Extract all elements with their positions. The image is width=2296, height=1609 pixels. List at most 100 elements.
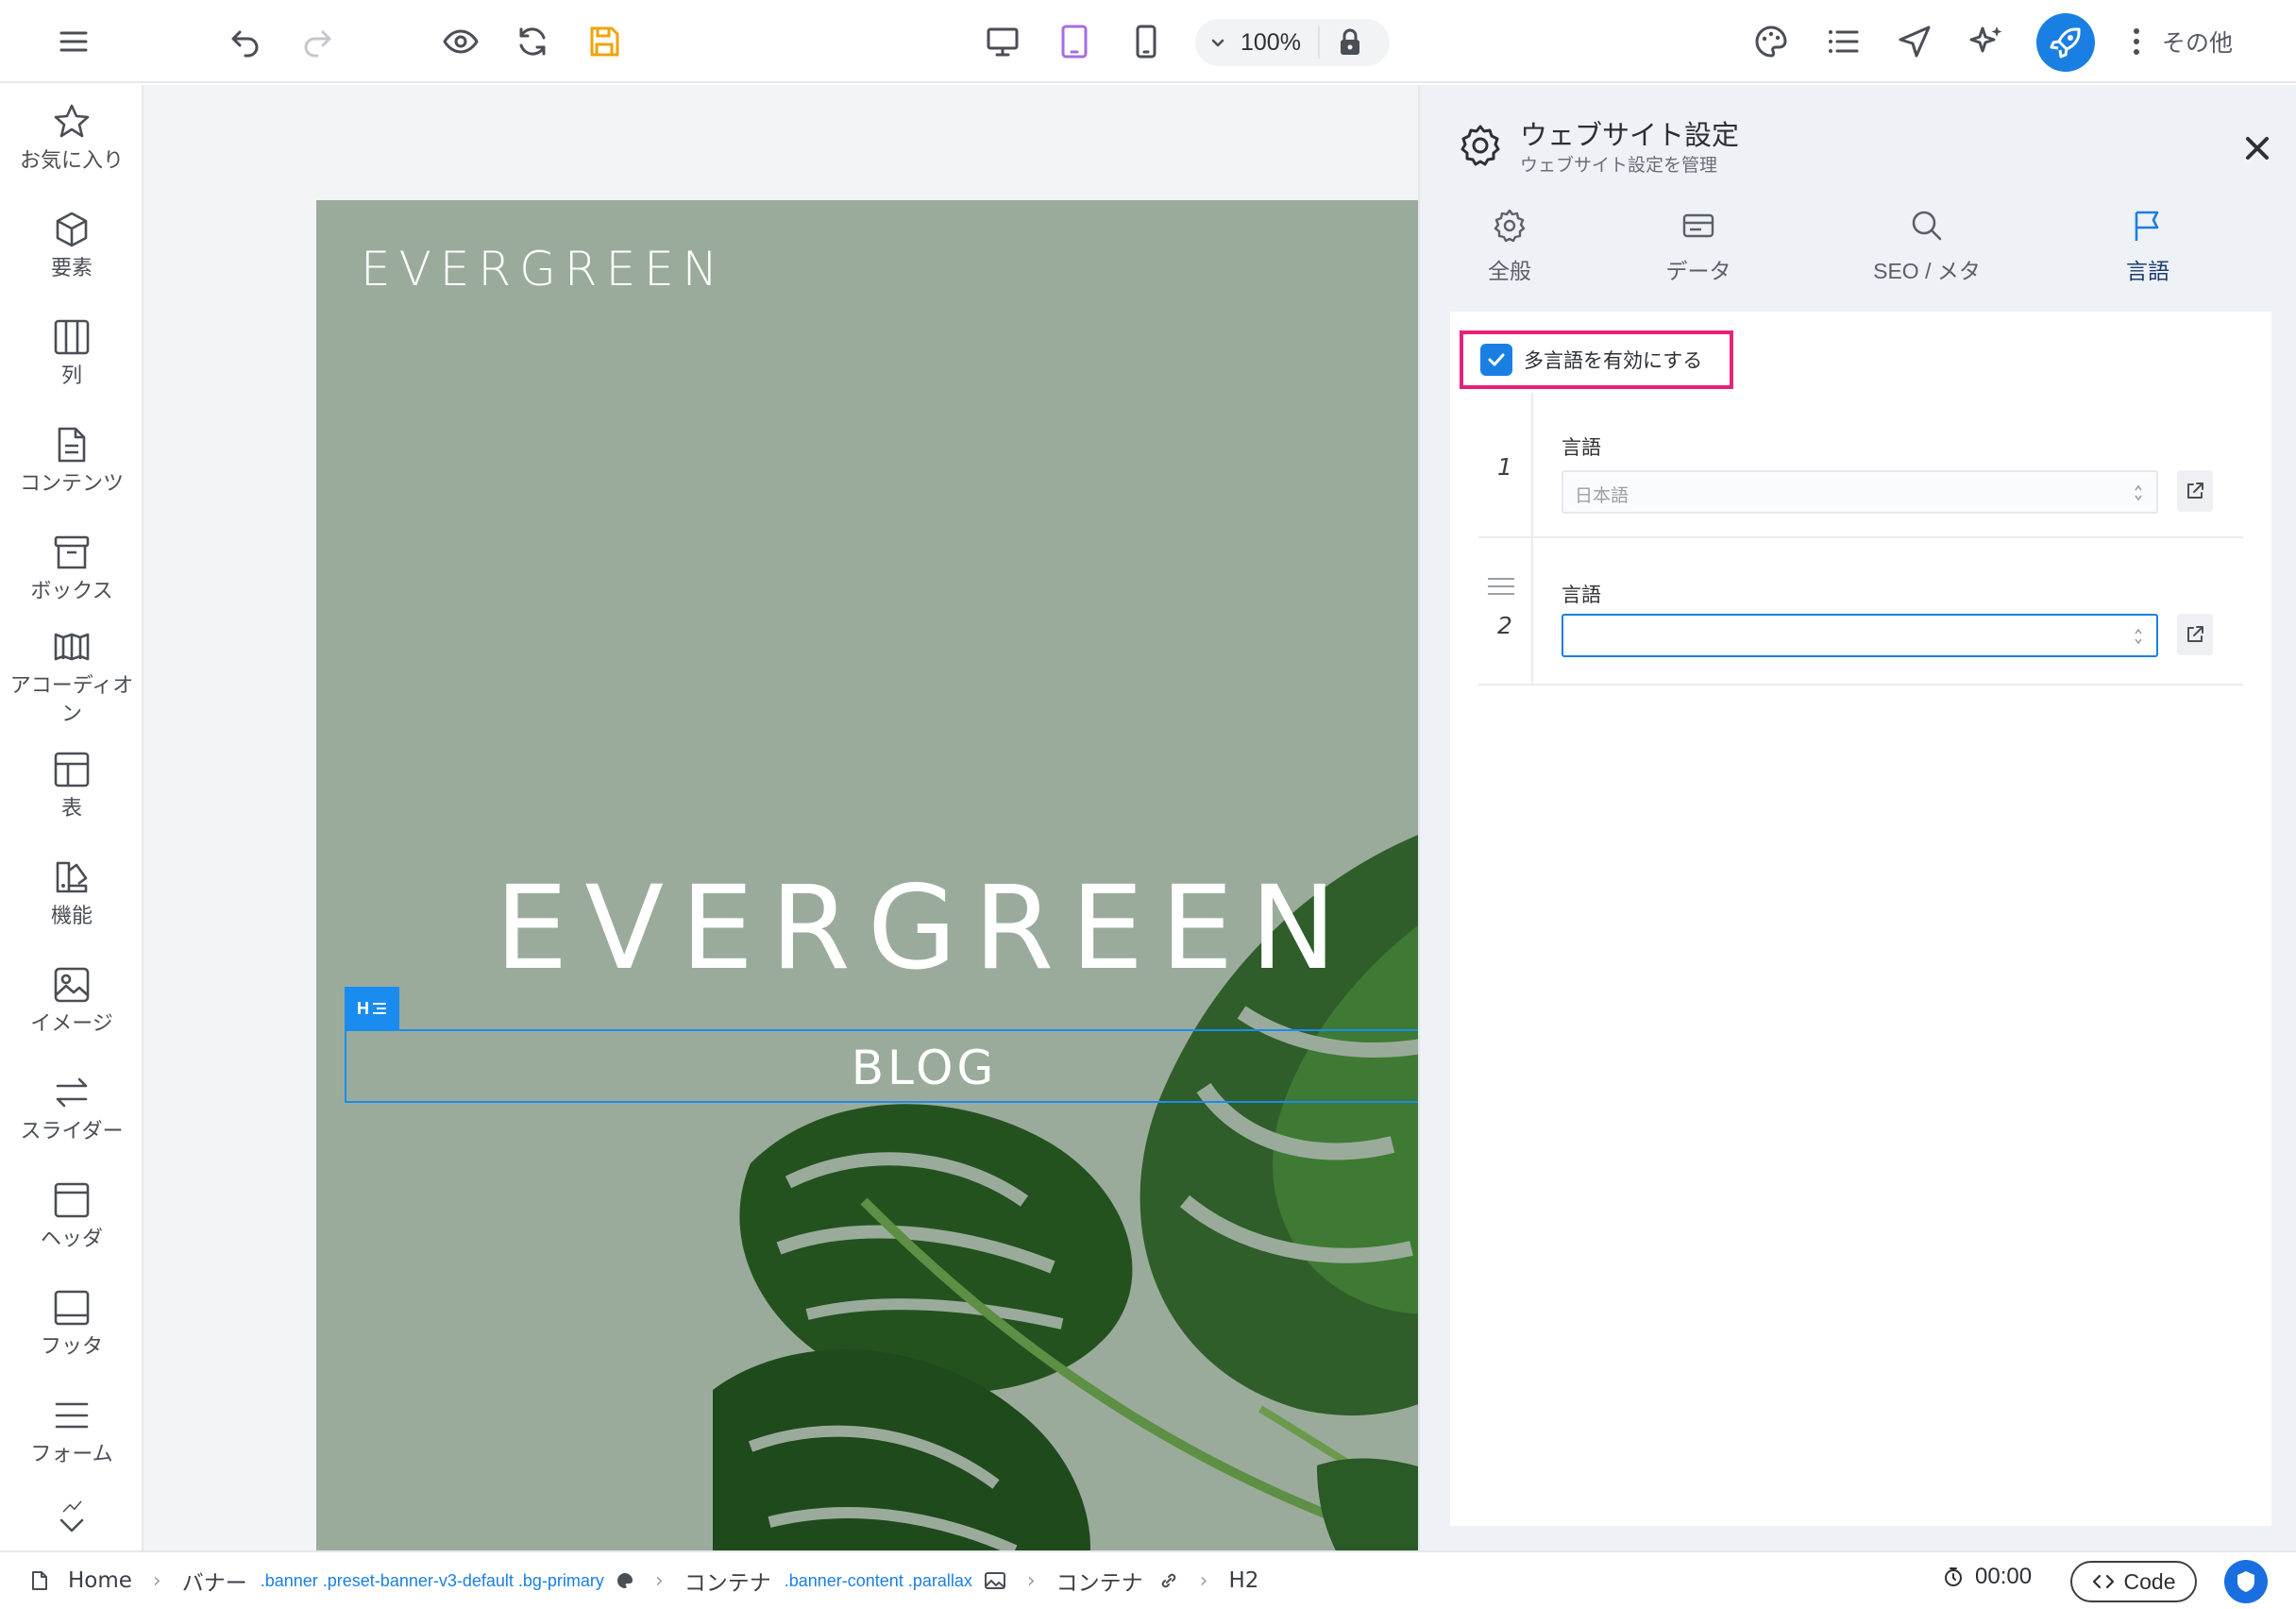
hero-title[interactable]: EVERGREEN	[316, 861, 1532, 995]
undo-icon[interactable]	[221, 17, 270, 66]
tab-label: SEO / メタ	[1873, 259, 1981, 283]
refresh-icon[interactable]	[508, 17, 557, 66]
palette-icon[interactable]	[1747, 17, 1796, 66]
sidebar-item-accordion[interactable]: アコーディオン	[0, 627, 144, 729]
chevron-down-icon[interactable]	[1195, 34, 1241, 51]
sidebar-item-box[interactable]: ボックス	[0, 533, 144, 606]
multilanguage-label: 多言語を有効にする	[1524, 349, 1703, 372]
website-settings-panel: ウェブサイト設定 ウェブサイト設定を管理 全般 データ SEO / メタ 言語 …	[1418, 85, 2296, 1550]
element-sidebar: お気に入り 要素 列 コンテンツ ボックス アコーディオン 表 機能 イメージ …	[0, 85, 144, 1550]
selected-heading-h2[interactable]: BLOG	[345, 1029, 1504, 1103]
close-icon[interactable]	[2241, 132, 2273, 164]
language-select[interactable]: 日本語	[1562, 470, 2158, 514]
editor-canvas: EVERGREEN EVERGREEN H BLOG	[144, 85, 1532, 1609]
sidebar-item-label: コンテンツ	[19, 472, 124, 496]
footer-icon	[54, 1290, 90, 1326]
mobile-view-icon[interactable]	[1122, 17, 1171, 66]
hamburger-menu-icon[interactable]	[49, 17, 98, 66]
language-select-value: 日本語	[1575, 485, 1629, 506]
timer: 00:00	[1943, 1564, 2032, 1590]
site-logo[interactable]: EVERGREEN	[361, 242, 726, 296]
open-language-button[interactable]	[2177, 470, 2213, 512]
sidebar-item-table[interactable]: 表	[0, 750, 144, 823]
sidebar-item-features[interactable]: 機能	[0, 857, 144, 931]
publish-rocket-button[interactable]	[2036, 13, 2095, 72]
sidebar-scroll-more[interactable]	[0, 1492, 144, 1537]
vertical-dots-icon	[2134, 28, 2139, 55]
breadcrumb-container[interactable]: コンテナ .banner-content .parallax	[684, 1565, 1006, 1597]
language-index: 2	[1497, 612, 1512, 639]
sidebar-item-form[interactable]: フォーム	[0, 1396, 144, 1469]
sidebar-item-header[interactable]: ヘッダ	[0, 1180, 144, 1254]
shield-icon	[2237, 1571, 2254, 1592]
multilanguage-toggle-row[interactable]: 多言語を有効にする	[1460, 330, 1733, 389]
multilanguage-checkbox[interactable]	[1480, 344, 1512, 376]
sidebar-item-content[interactable]: コンテンツ	[0, 425, 144, 499]
code-button[interactable]: Code	[2070, 1561, 2197, 1602]
sidebar-item-elements[interactable]: 要素	[0, 210, 144, 283]
open-language-button[interactable]	[2177, 614, 2213, 655]
breadcrumb-h2[interactable]: H2	[1228, 1568, 1258, 1593]
sidebar-item-footer[interactable]: フッタ	[0, 1288, 144, 1362]
list-icon[interactable]	[1818, 17, 1867, 66]
checkmark-icon	[1488, 353, 1505, 366]
breadcrumb-bar: Home › バナー .banner .preset-banner-v3-def…	[0, 1550, 2296, 1609]
blog-heading-text[interactable]: BLOG	[346, 1041, 1502, 1095]
stopwatch-icon	[1945, 1567, 1962, 1586]
panel-subtitle: ウェブサイト設定を管理	[1520, 155, 1718, 176]
sidebar-item-label: 要素	[50, 257, 93, 280]
page-preview-banner[interactable]: EVERGREEN EVERGREEN H BLOG	[316, 200, 1532, 1609]
save-icon[interactable]	[580, 17, 629, 66]
form-icon	[55, 1402, 89, 1429]
tab-label: データ	[1665, 259, 1731, 283]
desktop-view-icon[interactable]	[978, 17, 1027, 66]
document-icon	[32, 1571, 47, 1590]
select-arrows-icon	[2135, 484, 2142, 501]
language-label: 言語	[1562, 584, 1601, 606]
breadcrumb-banner[interactable]: バナー .banner .preset-banner-v3-default .b…	[182, 1565, 634, 1597]
arrows-swap-icon	[56, 1077, 88, 1108]
palette-icon	[616, 1573, 633, 1588]
more-menu-button[interactable]: その他	[2132, 17, 2233, 66]
language-row: 2 言語	[1478, 538, 2243, 686]
table-icon	[54, 752, 90, 788]
language-select[interactable]	[1562, 614, 2158, 657]
tab-data[interactable]: データ	[1609, 208, 1788, 285]
columns-icon	[54, 319, 90, 355]
tablet-view-icon[interactable]	[1050, 17, 1099, 66]
language-row: 1 言語 日本語	[1478, 393, 2243, 538]
sidebar-item-label: アコーディオン	[9, 674, 134, 726]
breadcrumb-home[interactable]: Home	[30, 1568, 132, 1593]
zoom-control[interactable]: 100%	[1195, 19, 1390, 66]
drag-handle-icon[interactable]	[1488, 578, 1514, 601]
sidebar-item-columns[interactable]: 列	[0, 317, 144, 391]
link-icon	[1161, 1573, 1175, 1588]
heading-tag-badge[interactable]: H	[345, 987, 399, 1030]
ai-sparkles-icon[interactable]	[1962, 17, 2011, 66]
sidebar-item-label: スライダー	[20, 1120, 124, 1143]
chevron-down-icon	[59, 1518, 84, 1533]
sidebar-item-image[interactable]: イメージ	[0, 965, 144, 1039]
redo-icon[interactable]	[293, 17, 342, 66]
breadcrumb-container-link[interactable]: コンテナ	[1056, 1565, 1179, 1597]
security-shield-button[interactable]	[2224, 1560, 2268, 1603]
tab-general[interactable]: 全般	[1420, 208, 1599, 285]
tab-seo-meta[interactable]: SEO / メタ	[1837, 208, 2017, 285]
zoom-value: 100%	[1241, 28, 1301, 56]
sidebar-item-favorites[interactable]: お気に入り	[0, 102, 144, 176]
tab-language[interactable]: 言語	[2058, 208, 2237, 285]
flag-icon	[2135, 211, 2159, 241]
rocket-icon	[2050, 27, 2081, 59]
language-index: 1	[1497, 453, 1512, 481]
lock-icon[interactable]	[1320, 28, 1380, 57]
navigation-arrow-icon[interactable]	[1890, 17, 1939, 66]
code-brackets-icon	[2092, 1574, 2114, 1589]
tab-label: 言語	[2126, 259, 2169, 283]
header-icon	[54, 1182, 90, 1218]
preview-eye-icon[interactable]	[436, 17, 485, 66]
image-icon	[984, 1572, 1005, 1589]
sidebar-item-slider[interactable]: スライダー	[0, 1073, 144, 1146]
panel-title: ウェブサイト設定	[1520, 119, 1740, 151]
sidebar-item-label: ヘッダ	[40, 1228, 103, 1251]
accordion-icon	[54, 633, 90, 661]
